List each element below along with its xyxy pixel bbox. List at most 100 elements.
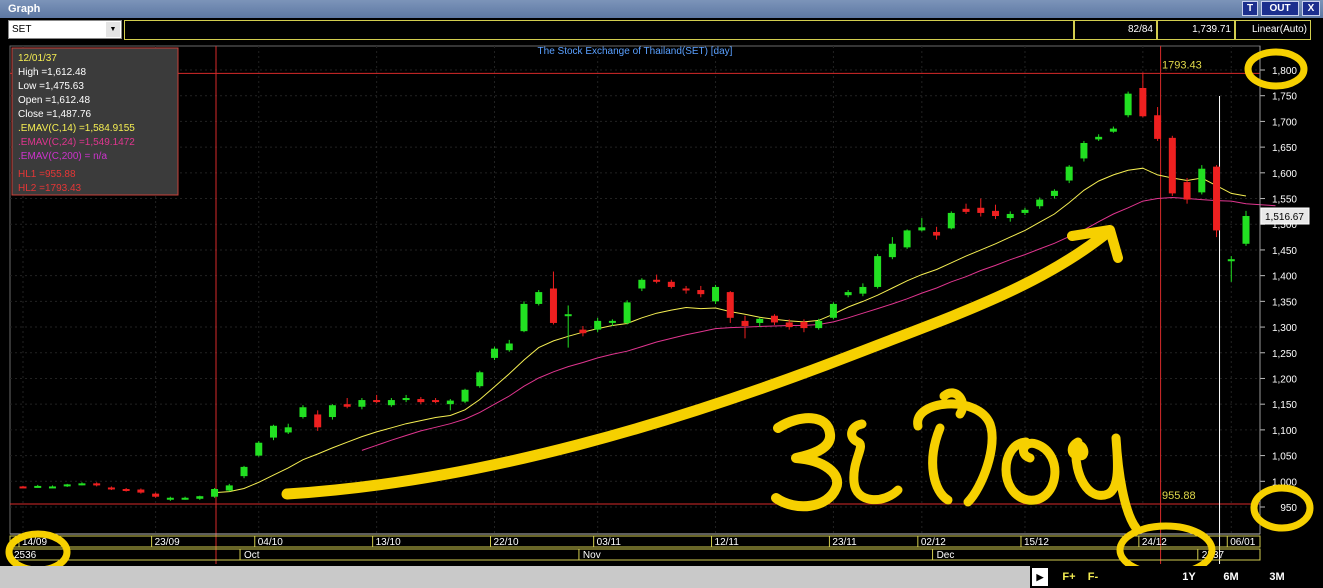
text-tool-button[interactable]: T [1242,1,1258,16]
scale-mode-selector[interactable]: Linear(Auto) [1235,20,1311,40]
period-1y-button[interactable]: 1Y [1174,568,1204,586]
candle-body [78,483,86,486]
y-tick-label: 1,050 [1272,452,1297,463]
candle-body [992,210,1000,217]
candle-body [387,400,395,406]
x-date-label: 04/10 [258,537,283,548]
candle-body [211,489,219,497]
candle-body [1109,128,1117,132]
candle-body [933,231,941,236]
candle-body [1021,209,1029,213]
y-tick-label: 1,550 [1272,195,1297,206]
font-decrease-button[interactable]: F- [1082,568,1104,586]
hl-label-hl1: 955.88 [1162,490,1196,502]
info-line: HL2 =1793.43 [18,183,82,194]
candle-body [328,405,336,418]
info-line: Close =1,487.76 [18,109,92,120]
zoom-out-button[interactable]: OUT [1261,1,1299,16]
candle-body [535,292,543,304]
candle-body [667,281,675,287]
candle-body [1050,190,1058,196]
price-chart-area[interactable]: 955.88 1793.43 The Stock Exchange of Thai… [0,42,1323,578]
symbol-select[interactable]: SET ▼ [8,20,122,39]
font-increase-button[interactable]: F+ [1058,568,1080,586]
info-line: .EMAV(C,24) =1,549.1472 [18,137,135,148]
window-titlebar: Graph [0,0,1323,18]
last-value-readout: 1,739.71 [1157,20,1235,40]
info-line: Open =1,612.48 [18,95,90,106]
symbol-select-value: SET [12,24,32,35]
candle-body [358,400,366,407]
y-tick-label: 1,750 [1272,92,1297,103]
info-line: Low =1,475.63 [18,81,84,92]
y-tick-label: 1,250 [1272,349,1297,360]
y-tick-label: 1,650 [1272,143,1297,154]
y-tick-label: 1,150 [1272,400,1297,411]
chevron-down-icon[interactable]: ▼ [106,22,120,37]
candlestick [461,388,469,404]
candle-body [196,496,204,499]
y-tick-label: 1,300 [1272,323,1297,334]
candle-body [461,389,469,402]
x-date-label: 13/10 [376,537,401,548]
candle-body [756,318,764,323]
candle-body [1154,115,1162,139]
candle-body [594,320,602,330]
candle-body [815,320,823,329]
window-title: Graph [8,3,41,15]
candle-body [608,320,616,323]
candle-body [1080,143,1088,159]
candle-body [93,483,101,486]
candle-body [1006,213,1014,219]
y-tick-label: 950 [1280,503,1297,514]
candle-body [402,398,410,401]
candle-body [520,303,528,332]
y-tick-label: 1,350 [1272,297,1297,308]
y-tick-label: 1,700 [1272,117,1297,128]
close-button[interactable]: X [1302,1,1320,16]
candle-body [122,489,130,492]
candle-body [962,208,970,212]
candle-body [417,399,425,403]
candle-body [299,407,307,418]
candle-body [166,497,174,500]
candlestick [874,254,882,289]
period-6m-button[interactable]: 6M [1216,568,1246,586]
candle-body [1168,137,1176,194]
info-line: .EMAV(C,14) =1,584.9155 [18,123,135,134]
x-date-label: 06/01 [1230,537,1255,548]
play-icon[interactable]: ▶ [1032,568,1048,586]
candle-body [770,315,778,323]
candle-body [476,372,484,387]
bottom-toolbar: ▶ F+ F- 1Y 6M 3M [0,566,1323,588]
info-line: HL1 =955.88 [18,169,76,180]
y-tick-label: 1,450 [1272,246,1297,257]
scroll-track[interactable] [0,566,1030,588]
candle-body [491,348,499,358]
candlestick [1198,165,1206,195]
x-date-label: 03/11 [597,537,622,548]
period-3m-button[interactable]: 3M [1262,568,1292,586]
chart-toolbar: SET ▼ 82/84 1,739.71 Linear(Auto) [0,18,1323,42]
candlestick [947,211,955,230]
x-period-label: Nov [583,550,601,561]
candlestick [520,301,528,333]
y-tick-label: 1,800 [1272,66,1297,77]
candlestick [1065,165,1073,184]
candle-body [152,493,160,497]
x-date-label: 23/09 [155,537,180,548]
candle-body [829,303,837,318]
candle-body [373,400,381,403]
candlestick [211,487,219,498]
candle-body [107,487,115,490]
bars-shown-count: 82/84 [1074,20,1157,40]
toolbar-blank-field [124,20,1074,40]
candle-body [314,414,322,428]
candle-body [947,212,955,229]
x-date-label: 24/12 [1142,537,1167,548]
chart-title: The Stock Exchange of Thailand(SET) [day… [538,46,733,57]
candle-body [1213,166,1221,231]
candle-body [432,400,440,403]
candle-body [240,466,248,477]
y-tick-label: 1,400 [1272,272,1297,283]
